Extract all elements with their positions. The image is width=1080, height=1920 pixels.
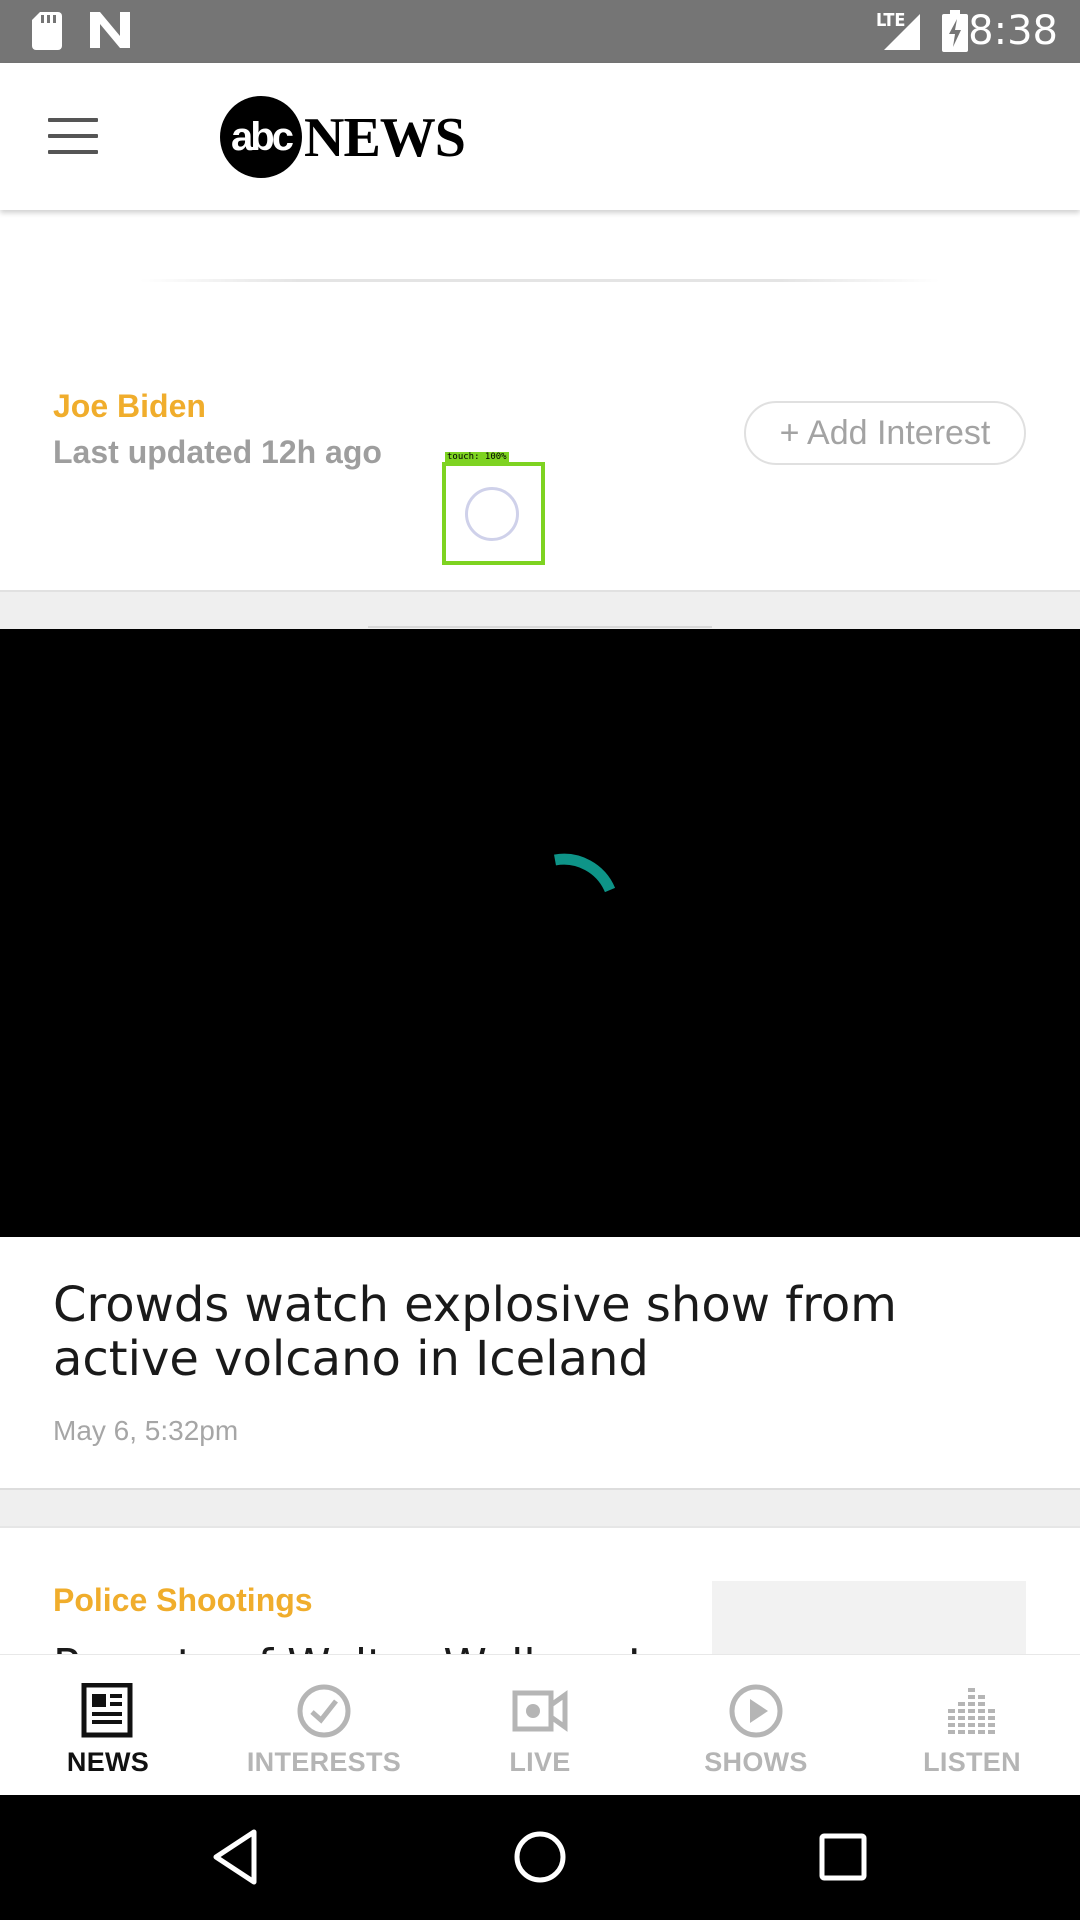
nav-interests[interactable]: INTERESTS bbox=[216, 1655, 432, 1795]
app-bar: abc NEWS bbox=[0, 63, 1080, 210]
divider bbox=[140, 279, 940, 282]
status-bar: LTE 8:38 bbox=[0, 0, 1080, 63]
checkmark-circle-icon bbox=[297, 1684, 351, 1738]
equalizer-icon bbox=[948, 1688, 995, 1734]
nav-listen[interactable]: LISTEN bbox=[864, 1655, 1080, 1795]
back-icon[interactable] bbox=[204, 1824, 270, 1890]
bottom-navigation: NEWS INTERESTS LIVE SHOWS LISTEN bbox=[0, 1654, 1080, 1795]
article-headline[interactable]: Crowds watch explosive show from active … bbox=[53, 1278, 1043, 1386]
loading-spinner-icon bbox=[554, 853, 616, 893]
separator-line bbox=[368, 626, 712, 628]
home-icon[interactable] bbox=[507, 1824, 573, 1890]
next-card-topic[interactable]: Police Shootings bbox=[53, 1582, 313, 1619]
hamburger-menu-icon[interactable] bbox=[48, 118, 98, 154]
abc-logo-circle: abc bbox=[220, 96, 302, 178]
nav-shows[interactable]: SHOWS bbox=[648, 1655, 864, 1795]
last-updated-text: Last updated 12h ago bbox=[53, 434, 382, 470]
recents-icon[interactable] bbox=[810, 1824, 876, 1890]
touch-indicator-label: touch: 100% bbox=[445, 452, 509, 463]
system-navigation-bar bbox=[0, 1794, 1080, 1920]
nav-label-live: LIVE bbox=[509, 1747, 571, 1777]
abc-news-app-screen: LTE 8:38 abc NEWS Joe Biden Last updated… bbox=[0, 0, 1080, 1920]
interest-title[interactable]: Joe Biden bbox=[53, 388, 206, 425]
nav-label-news: NEWS bbox=[66, 1747, 150, 1777]
newspaper-icon bbox=[81, 1683, 133, 1738]
touch-indicator-box bbox=[442, 462, 545, 565]
section-separator bbox=[0, 590, 1080, 630]
nav-label-listen: LISTEN bbox=[923, 1747, 1021, 1777]
nav-news[interactable]: NEWS bbox=[0, 1655, 216, 1795]
nav-label-shows: SHOWS bbox=[704, 1747, 808, 1777]
news-wordmark: NEWS bbox=[304, 107, 466, 169]
n-notification-icon bbox=[90, 12, 130, 48]
nav-label-interests: INTERESTS bbox=[246, 1747, 402, 1777]
section-separator bbox=[0, 1488, 1080, 1528]
battery-charging-icon bbox=[942, 10, 968, 52]
sd-card-icon bbox=[32, 12, 62, 50]
status-time: 8:38 bbox=[968, 8, 1058, 54]
nav-live[interactable]: LIVE bbox=[432, 1655, 648, 1795]
article-date: May 6, 5:32pm bbox=[53, 1415, 239, 1446]
add-interest-button[interactable]: + Add Interest bbox=[744, 401, 1026, 465]
play-circle-icon bbox=[729, 1684, 783, 1738]
signal-icon bbox=[884, 14, 920, 50]
video-camera-icon bbox=[512, 1690, 568, 1732]
